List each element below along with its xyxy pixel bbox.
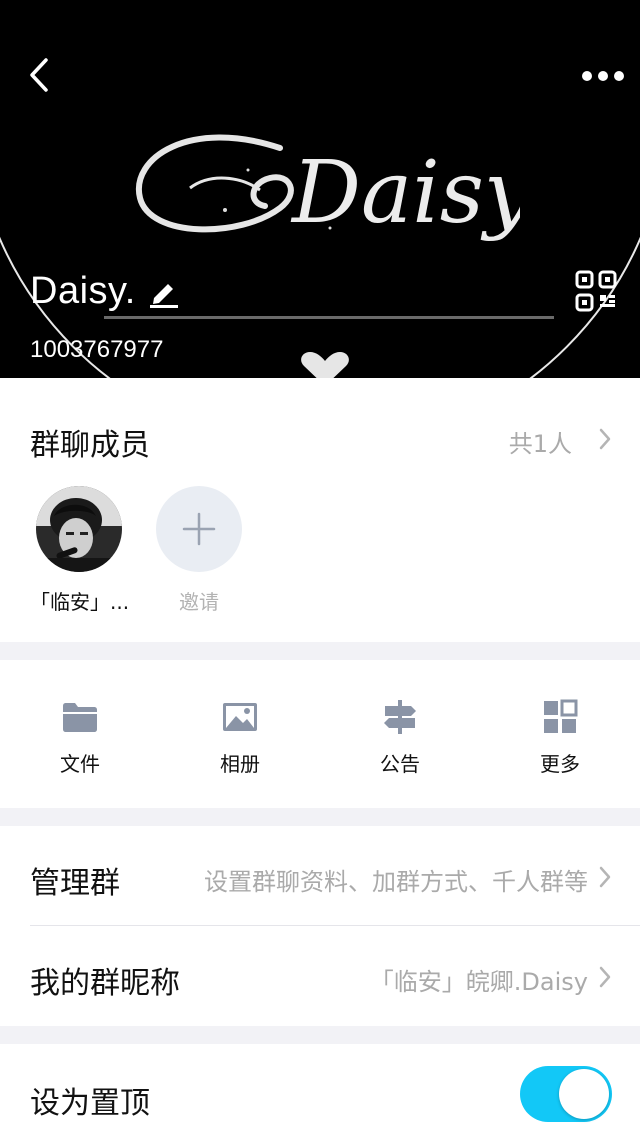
group-header: Daisy Daisy. 1003767977 bbox=[0, 0, 640, 378]
manage-group-row[interactable]: 管理群 设置群聊资料、加群方式、千人群等 bbox=[0, 826, 640, 926]
tool-more[interactable]: 更多 bbox=[480, 660, 640, 808]
pin-to-top-toggle[interactable] bbox=[520, 1066, 612, 1122]
group-nickname-title: 我的群昵称 bbox=[30, 966, 180, 1001]
tool-label: 公告 bbox=[380, 752, 420, 776]
manage-group-description: 设置群聊资料、加群方式、千人群等 bbox=[204, 868, 588, 896]
tool-files[interactable]: 文件 bbox=[0, 660, 160, 808]
section-divider bbox=[0, 1026, 640, 1044]
image-icon bbox=[223, 703, 257, 731]
plus-icon bbox=[182, 512, 216, 546]
tool-label: 文件 bbox=[60, 752, 100, 776]
member-avatar[interactable] bbox=[36, 486, 122, 572]
manage-group-title: 管理群 bbox=[30, 866, 120, 901]
chevron-right-icon bbox=[599, 966, 611, 988]
invite-label: 邀请 bbox=[179, 590, 219, 614]
more-dots-icon bbox=[582, 71, 624, 81]
invite-member-button[interactable] bbox=[156, 486, 242, 572]
group-id: 1003767977 bbox=[30, 336, 164, 363]
svg-text:Daisy: Daisy bbox=[290, 143, 520, 243]
chevron-right-icon bbox=[599, 866, 611, 888]
group-members-section: 群聊成员 共1人 「临安」... 邀请 bbox=[0, 378, 640, 642]
heart-decoration-icon bbox=[301, 352, 349, 378]
tool-label: 更多 bbox=[540, 752, 580, 776]
avatar-photo bbox=[36, 486, 122, 572]
group-nickname-value: 「临安」皖卿.Daisy bbox=[369, 968, 588, 996]
signpost-icon bbox=[384, 700, 416, 734]
folder-icon bbox=[63, 703, 97, 732]
section-divider bbox=[0, 642, 640, 660]
member-nickname: 「临安」... bbox=[30, 590, 130, 614]
back-button[interactable] bbox=[22, 50, 66, 100]
group-tools-section: 文件 相册 公告 更多 bbox=[0, 660, 640, 808]
tool-album[interactable]: 相册 bbox=[160, 660, 320, 808]
members-count[interactable]: 共1人 bbox=[509, 424, 572, 459]
group-nickname-row[interactable]: 我的群昵称 「临安」皖卿.Daisy bbox=[0, 926, 640, 1026]
grid-icon bbox=[544, 699, 578, 733]
tool-announcement[interactable]: 公告 bbox=[320, 660, 480, 808]
toggle-knob bbox=[559, 1069, 609, 1119]
more-options-button[interactable] bbox=[578, 58, 628, 94]
chevron-right-icon[interactable] bbox=[598, 426, 612, 452]
tool-label: 相册 bbox=[220, 752, 260, 776]
group-name: Daisy. bbox=[30, 270, 136, 312]
qr-code-icon[interactable] bbox=[575, 270, 617, 312]
chevron-left-icon bbox=[30, 58, 48, 92]
banner-script-art: Daisy bbox=[135, 134, 520, 243]
members-title: 群聊成员 bbox=[30, 428, 150, 463]
section-divider bbox=[0, 808, 640, 826]
name-underline-decoration bbox=[104, 316, 554, 319]
edit-pencil-icon[interactable] bbox=[148, 276, 180, 308]
pin-to-top-title: 设为置顶 bbox=[30, 1086, 150, 1121]
